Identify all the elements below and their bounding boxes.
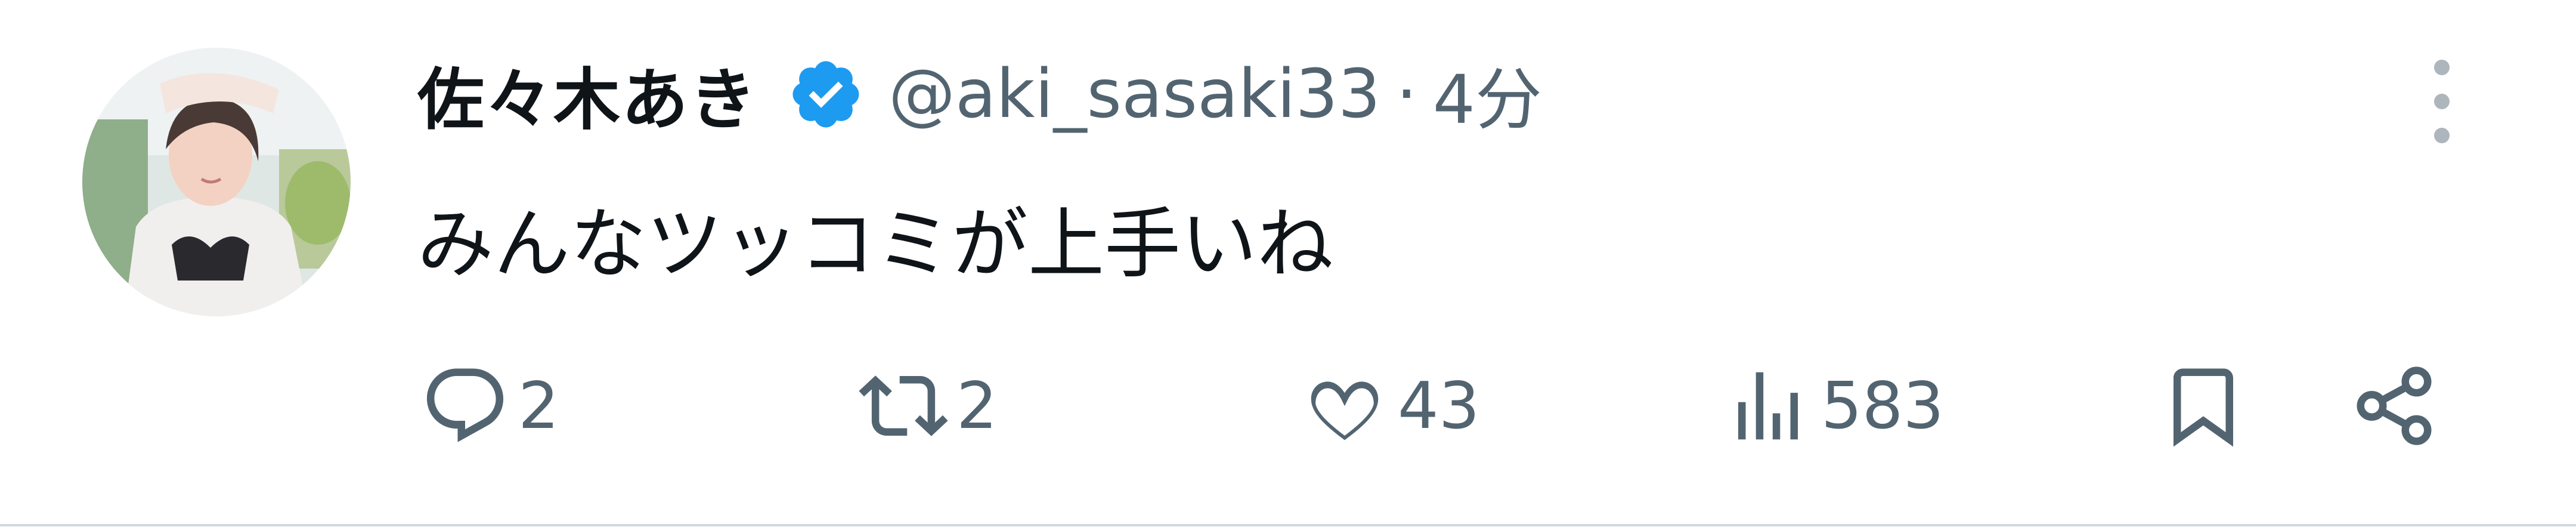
tweet-text: みんなツッコミが上手いね — [417, 200, 1334, 289]
display-name[interactable]: 佐々木あき — [417, 46, 757, 143]
bookmark-button[interactable] — [2159, 358, 2248, 454]
views-button[interactable]: 583 — [1723, 358, 1944, 454]
bookmark-icon — [2174, 368, 2233, 447]
share-icon — [2357, 366, 2432, 445]
share-button[interactable] — [2349, 358, 2439, 454]
more-icon[interactable] — [2421, 60, 2463, 143]
retweet-icon — [859, 375, 948, 436]
avatar-photo — [82, 48, 351, 316]
separator-dot: · — [1396, 56, 1417, 133]
verified-badge-icon — [787, 56, 865, 133]
like-button[interactable]: 43 — [1300, 358, 1479, 454]
like-count: 43 — [1398, 368, 1480, 443]
timestamp[interactable]: 4分 — [1433, 46, 1542, 143]
retweet-count: 2 — [956, 368, 998, 443]
reply-icon — [426, 368, 504, 442]
views-icon — [1738, 372, 1798, 440]
like-icon — [1311, 381, 1379, 440]
views-count: 583 — [1821, 368, 1945, 443]
reply-count: 2 — [518, 368, 559, 443]
divider — [0, 524, 2576, 526]
user-handle[interactable]: @aki_sasaki33 — [888, 56, 1380, 133]
avatar[interactable] — [82, 48, 351, 316]
retweet-button[interactable]: 2 — [859, 358, 998, 454]
tweet[interactable]: 佐々木あき @aki_sasaki33 · 4分 みんなツッコミが上手いね 2 … — [0, 0, 2576, 530]
tweet-header: 佐々木あき @aki_sasaki33 · 4分 — [417, 41, 1542, 148]
reply-button[interactable]: 2 — [420, 358, 559, 454]
